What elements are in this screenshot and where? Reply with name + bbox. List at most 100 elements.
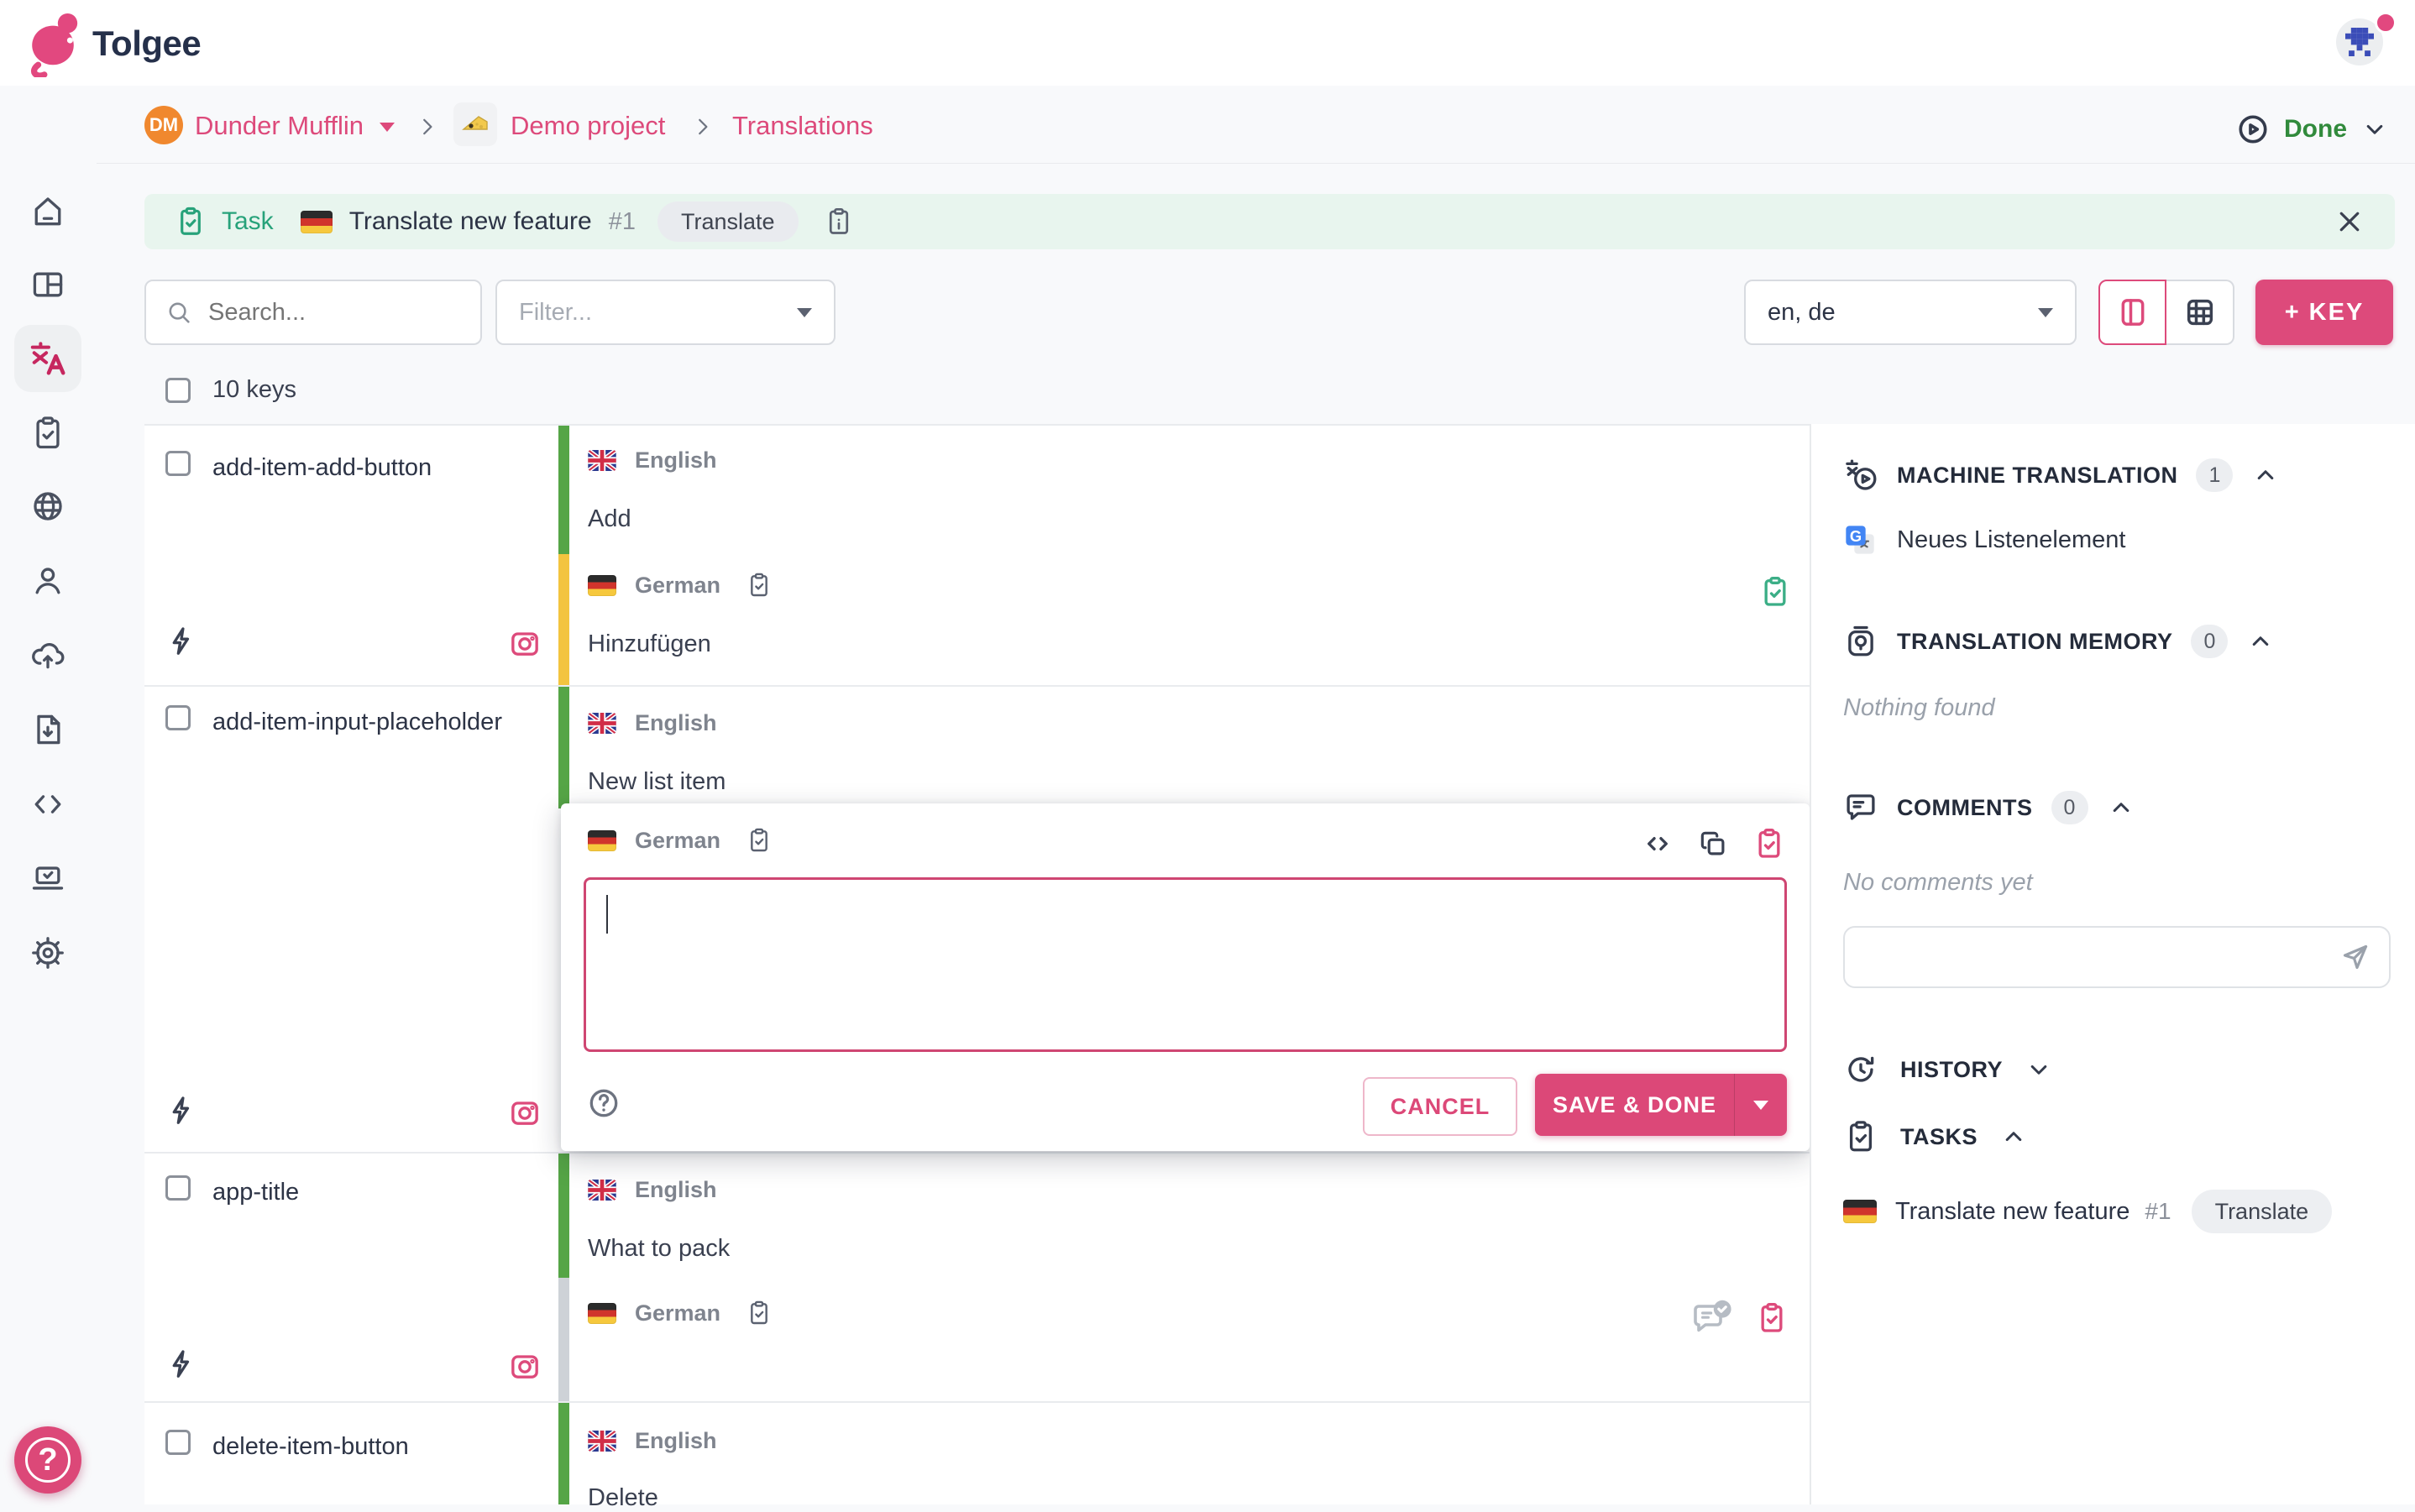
sidebar-item-integrate[interactable] [29,786,66,823]
key-name[interactable]: add-item-add-button [212,451,432,484]
translation-cell-english[interactable]: English Add [588,447,1780,533]
search-input[interactable] [207,298,462,327]
breadcrumb-org[interactable]: Dunder Mufflin [195,111,364,141]
machine-translation-icon [1843,458,1878,493]
reviewed-clipboard-icon[interactable] [746,827,773,854]
row-checkbox[interactable] [165,1430,191,1455]
gear-icon [29,934,66,971]
task-done-clipboard-icon[interactable] [1758,575,1792,609]
translation-textarea[interactable] [586,880,1784,1049]
mark-done-clipboard-icon[interactable] [1752,827,1786,861]
chevron-up-icon[interactable] [2107,793,2135,822]
chevron-up-icon[interactable] [2246,627,2275,656]
chevron-down-icon[interactable] [2025,1055,2053,1084]
copy-icon[interactable] [1697,828,1729,860]
globe-icon [29,488,66,525]
row-checkbox[interactable] [165,705,191,730]
task-state-control[interactable]: Done [2235,107,2415,151]
translation-cell-english[interactable]: English New list item [588,710,1780,796]
sidebar-item-dashboard[interactable] [29,266,66,303]
close-icon[interactable] [2334,207,2365,237]
translation-value: New list item [588,768,1780,796]
save-done-button[interactable]: SAVE & DONE [1535,1074,1787,1136]
sidebar-item-developer[interactable] [29,860,66,897]
sidebar-item-tasks[interactable] [29,415,66,452]
clipboard-check-icon [29,415,66,452]
translation-value: Delete [588,1484,1780,1512]
select-all-checkbox[interactable] [165,378,191,403]
translation-value: Add [588,505,1780,533]
list-view-icon [2116,296,2150,329]
lightning-icon[interactable] [165,1348,197,1380]
code-editor-icon[interactable] [1642,828,1674,860]
history-header[interactable]: HISTORY [1843,1052,2053,1087]
send-icon[interactable] [2339,940,2372,974]
save-options-button[interactable] [1734,1074,1787,1136]
translation-cell-german[interactable]: German [588,1300,1780,1326]
comment-input[interactable] [1863,943,2339,971]
table-row: add-item-add-button English Add Germa [144,426,1810,685]
sidebar-item-import[interactable] [29,636,66,673]
task-list-item[interactable]: Translate new feature #1 Translate [1843,1190,2391,1233]
breadcrumb-page[interactable]: Translations [732,111,873,141]
key-name[interactable]: app-title [212,1175,299,1209]
lightning-icon[interactable] [165,625,197,657]
help-button[interactable]: ? [14,1426,81,1494]
view-table-button[interactable] [2166,280,2234,345]
state-bar-machine [558,554,569,685]
tasks-header[interactable]: TASKS [1843,1119,2028,1154]
breadcrumb-chevron-icon [415,114,440,139]
row-checkbox[interactable] [165,1175,191,1201]
uk-flag-icon [588,1431,616,1452]
sidebar-item-members[interactable] [29,562,66,599]
mt-suggestion[interactable]: G Neues Listenelement [1843,523,2125,557]
translation-editor-popup: German CANCEL SAVE & DONE [561,803,1810,1151]
task-detail-clipboard-icon[interactable] [824,207,854,237]
comments-header[interactable]: COMMENTS 0 [1843,790,2135,825]
screenshot-camera-icon[interactable] [508,1095,542,1128]
table-view-icon [2183,296,2217,329]
translation-cell-german[interactable]: German Hinzufügen [588,572,1780,658]
google-translate-icon: G [1843,523,1877,557]
screenshot-camera-icon[interactable] [508,1348,542,1382]
chevron-up-icon[interactable] [2251,461,2280,489]
sidebar-item-home[interactable] [29,193,66,230]
row-checkbox[interactable] [165,451,191,476]
task-banner-title[interactable]: Translate new feature [349,207,592,236]
key-name[interactable]: add-item-input-placeholder [212,705,548,739]
add-key-button[interactable]: + KEY [2255,280,2393,345]
languages-select[interactable]: en, de [1744,280,2077,345]
breadcrumb-project[interactable]: Demo project [511,111,665,141]
help-circle-icon[interactable] [586,1086,621,1121]
task-clipboard-icon [175,206,207,238]
translation-memory-header[interactable]: TRANSLATION MEMORY 0 [1843,624,2275,659]
tolgee-logo[interactable] [24,8,82,77]
brand-name[interactable]: Tolgee [92,24,201,64]
language-label: English [635,447,717,473]
org-caret-icon[interactable] [380,123,395,132]
filter-select[interactable]: Filter... [495,280,836,345]
sidebar-item-export[interactable] [29,711,66,748]
reviewed-clipboard-icon [746,1300,773,1326]
comments-title: COMMENTS [1897,795,2033,821]
screenshot-camera-icon[interactable] [508,625,542,659]
translation-cell-english[interactable]: English What to pack [588,1177,1780,1263]
machine-translation-header[interactable]: MACHINE TRANSLATION 1 [1843,458,2280,493]
comment-check-icon[interactable] [1691,1298,1735,1338]
task-item-number: #1 [2145,1198,2171,1225]
cancel-button[interactable]: CANCEL [1363,1077,1517,1136]
assign-task-clipboard-icon[interactable] [1755,1301,1789,1335]
sidebar-item-translations-active[interactable] [14,325,81,392]
org-avatar[interactable]: DM [144,106,183,144]
key-name[interactable]: delete-item-button [212,1430,409,1463]
sidebar-item-languages[interactable] [29,488,66,525]
translation-memory-icon [1843,624,1878,659]
chevron-up-icon[interactable] [1999,1122,2028,1151]
translation-cell-english[interactable]: English Delete [588,1428,1780,1512]
sidebar-item-settings[interactable] [29,934,66,971]
help-button-label: ? [25,1437,71,1483]
translation-memory-title: TRANSLATION MEMORY [1897,629,2172,655]
lightning-icon[interactable] [165,1095,197,1127]
filter-label: Filter... [519,299,592,327]
view-list-button[interactable] [2098,280,2166,345]
